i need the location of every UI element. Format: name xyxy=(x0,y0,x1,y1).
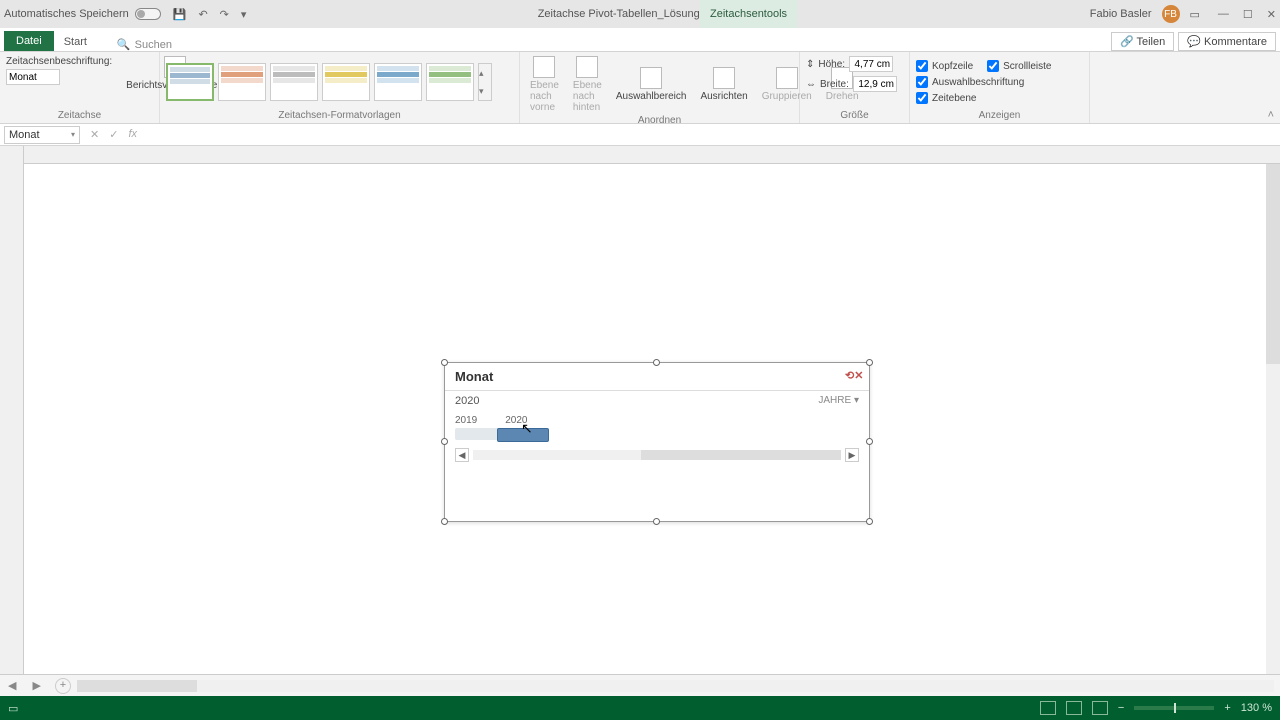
tab-nav-next[interactable]: ▶ xyxy=(24,679,48,692)
page-layout-view-icon[interactable] xyxy=(1066,701,1082,715)
group-label-size: Größe xyxy=(806,108,903,121)
time-level-checkbox[interactable]: Zeitebene xyxy=(916,92,976,104)
maximize-icon[interactable]: ☐ xyxy=(1243,8,1253,21)
send-backward-icon xyxy=(576,56,598,78)
scrollbar-checkbox[interactable]: Scrollleiste xyxy=(987,60,1051,72)
comments-button[interactable]: 💬 Kommentare xyxy=(1178,32,1276,51)
share-button[interactable]: 🔗 Teilen xyxy=(1111,32,1174,51)
align-icon xyxy=(713,67,735,89)
doc-title: Zeitachse Pivot-Tabellen_Lösung xyxy=(538,8,700,20)
scroll-right-icon[interactable]: ▶ xyxy=(845,448,859,462)
title-bar: Automatisches Speichern 💾 ↶ ↷ ▾ Zeitachs… xyxy=(0,0,1280,28)
year-label: 2019 xyxy=(455,415,477,426)
tell-me-search[interactable]: 🔍 Suchen xyxy=(117,38,172,51)
group-label-styles: Zeitachsen-Formatvorlagen xyxy=(166,108,513,121)
ribbon-tab[interactable]: Start xyxy=(54,33,97,51)
selection-pane-button[interactable]: Auswahlbereich xyxy=(612,67,691,102)
height-input[interactable] xyxy=(849,56,893,72)
sheet-tabs: ◀ ▶ + xyxy=(0,674,1280,696)
status-ready-icon: ▭ xyxy=(0,702,26,715)
bring-forward-icon xyxy=(533,56,555,78)
height-icon: ⇕ xyxy=(806,59,814,70)
zoom-in-icon[interactable]: + xyxy=(1224,702,1230,714)
accept-formula-icon[interactable]: ✓ xyxy=(109,128,118,141)
group-label-timeline: Zeitachse xyxy=(6,108,153,121)
vertical-scrollbar[interactable] xyxy=(1266,164,1280,674)
minimize-icon[interactable]: — xyxy=(1218,8,1229,21)
tab-nav-prev[interactable]: ◀ xyxy=(0,679,24,692)
normal-view-icon[interactable] xyxy=(1040,701,1056,715)
slicer-period: 2020 xyxy=(455,395,479,407)
zoom-value[interactable]: 130 % xyxy=(1241,702,1272,714)
clear-filter-icon[interactable]: ⟲✕ xyxy=(845,369,861,385)
slicer-level-dropdown[interactable]: JAHRE ▾ xyxy=(818,395,859,407)
width-icon: ⇔ xyxy=(806,79,816,90)
zoom-slider[interactable] xyxy=(1134,706,1214,710)
cursor-icon: ↖ xyxy=(521,420,533,437)
align-button[interactable]: Ausrichten xyxy=(696,67,751,102)
fx-icon[interactable]: fx xyxy=(128,128,137,141)
width-input[interactable] xyxy=(853,76,897,92)
add-sheet-button[interactable]: + xyxy=(55,678,71,694)
group-label-show: Anzeigen xyxy=(916,108,1083,121)
scroll-left-icon[interactable]: ◀ xyxy=(455,448,469,462)
timeline-scrollbar[interactable] xyxy=(473,450,841,460)
user-avatar[interactable]: FB xyxy=(1162,5,1180,23)
header-checkbox[interactable]: Kopfzeile xyxy=(916,60,973,72)
autosave-toggle[interactable] xyxy=(135,8,161,20)
bring-forward-button[interactable]: Ebene nach vorne xyxy=(526,56,563,113)
autosave-label: Automatisches Speichern xyxy=(4,8,129,20)
group-icon xyxy=(776,67,798,89)
selection-label-checkbox[interactable]: Auswahlbeschriftung xyxy=(916,76,1024,88)
qat-more-icon[interactable]: ▾ xyxy=(241,8,247,21)
group-label-arrange: Anordnen xyxy=(526,113,793,126)
timeline-track[interactable]: ↖ xyxy=(455,428,859,442)
page-break-view-icon[interactable] xyxy=(1092,701,1108,715)
save-icon[interactable]: 💾 xyxy=(173,8,187,21)
ribbon: Zeitachsenbeschriftung: Berichtsverbindu… xyxy=(0,52,1280,124)
timeline-slicer[interactable]: Monat ⟲✕ 2020 JAHRE ▾ 2019 2020 ↖ ◀ ▶ xyxy=(444,362,870,522)
redo-icon[interactable]: ↷ xyxy=(220,8,229,21)
zoom-out-icon[interactable]: − xyxy=(1118,702,1124,714)
caption-input[interactable] xyxy=(6,69,60,85)
col-headers[interactable] xyxy=(24,146,1280,164)
horizontal-scrollbar[interactable] xyxy=(77,680,1274,692)
styles-more-icon[interactable]: ▴▾ xyxy=(478,63,492,101)
slicer-title: Monat xyxy=(455,369,493,384)
user-name: Fabio Basler xyxy=(1090,8,1152,20)
undo-icon[interactable]: ↶ xyxy=(198,8,207,21)
file-tab[interactable]: Datei xyxy=(4,31,54,51)
status-bar: ▭ − + 130 % xyxy=(0,696,1280,720)
ribbon-tabs: Datei Start 🔍 Suchen 🔗 Teilen 💬 Kommenta… xyxy=(0,28,1280,52)
cancel-formula-icon[interactable]: ✕ xyxy=(90,128,99,141)
search-icon: 🔍 xyxy=(117,38,131,51)
send-backward-button[interactable]: Ebene nach hinten xyxy=(569,56,606,113)
timeline-styles-gallery[interactable]: ▴▾ xyxy=(166,63,492,101)
row-headers[interactable] xyxy=(0,146,24,674)
contextual-tab-label: Zeitachsentools xyxy=(700,0,797,28)
ribbon-mode-icon[interactable]: ▭ xyxy=(1190,8,1200,21)
name-box[interactable]: Monat▾ xyxy=(4,126,80,144)
close-icon[interactable]: ✕ xyxy=(1267,8,1276,21)
selection-pane-icon xyxy=(640,67,662,89)
collapse-ribbon-icon[interactable]: ˄ xyxy=(1268,109,1274,121)
caption-label: Zeitachsenbeschriftung: xyxy=(6,56,112,67)
